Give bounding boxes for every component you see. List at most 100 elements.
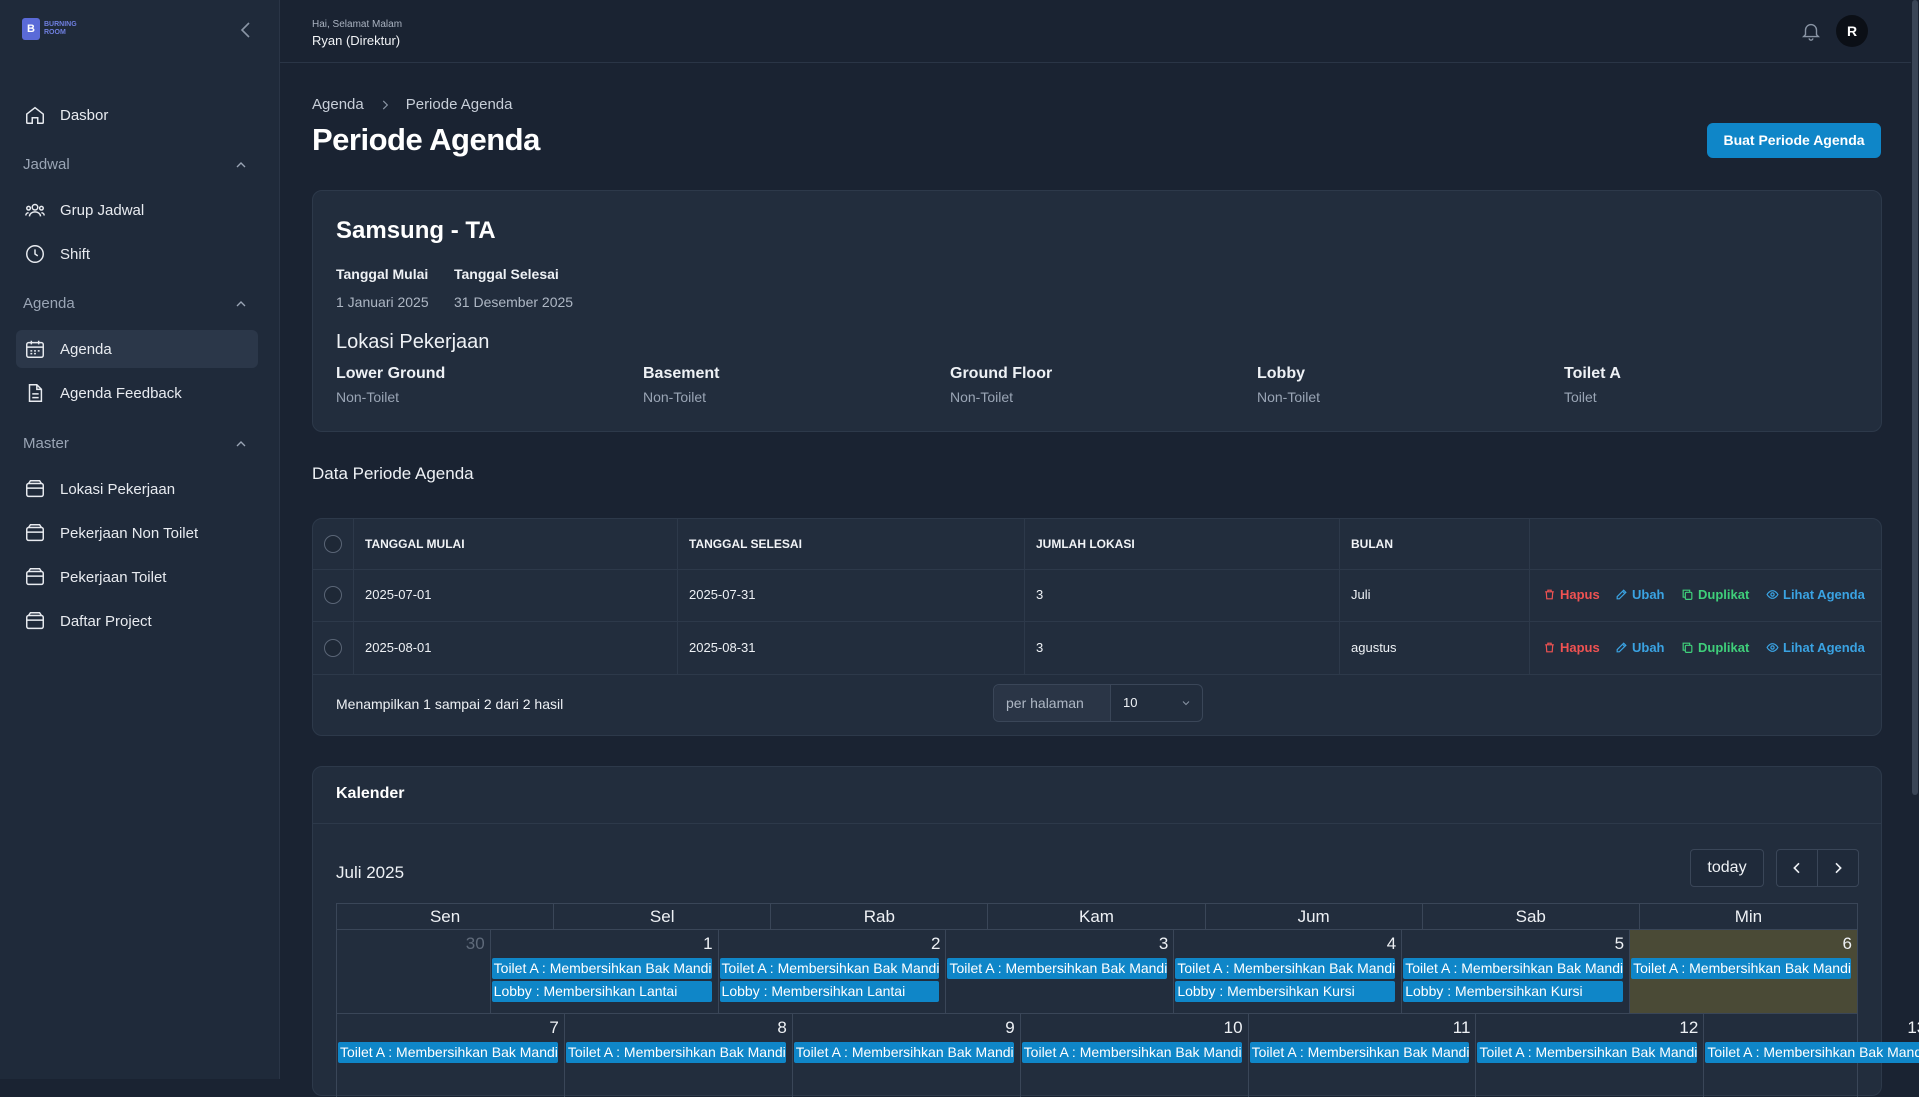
cell-start-date: 2025-08-01: [365, 640, 432, 655]
calendar-day-cell[interactable]: 5 Toilet A : Membersihkan Bak Mandi Lobby …: [1402, 930, 1631, 1013]
select-all-checkbox[interactable]: [324, 535, 342, 553]
view-agenda-button[interactable]: Lihat Agenda: [1766, 640, 1865, 655]
day-number[interactable]: 13: [1705, 1018, 1919, 1040]
day-number[interactable]: 10: [1022, 1018, 1247, 1040]
breadcrumb-link-agenda[interactable]: Agenda: [312, 96, 364, 113]
sidebar-item-shift[interactable]: Shift: [16, 235, 258, 273]
trash-icon: [1545, 642, 1554, 653]
day-number[interactable]: 6: [1631, 934, 1856, 956]
sidebar-item-lokasi-pekerjaan[interactable]: Lokasi Pekerjaan: [16, 470, 258, 508]
calendar-event[interactable]: Toilet A : Membersihkan Bak Mandi: [1249, 1042, 1470, 1063]
column-header[interactable]: TANGGAL SELESAI: [689, 519, 802, 569]
avatar[interactable]: R: [1836, 15, 1868, 47]
day-number[interactable]: 3: [947, 934, 1172, 956]
column-header[interactable]: JUMLAH LOKASI: [1036, 519, 1135, 569]
day-number[interactable]: 30: [338, 934, 489, 956]
calendar-event[interactable]: Lobby : Membersihkan Kursi: [1175, 981, 1396, 1002]
calendar-day-cell[interactable]: 9 Toilet A : Membersihkan Bak Mandi: [793, 1014, 1021, 1097]
sidebar-item-pekerjaan-non-toilet[interactable]: Pekerjaan Non Toilet: [16, 514, 258, 552]
day-number[interactable]: 5: [1403, 934, 1628, 956]
calendar-event[interactable]: Toilet A : Membersihkan Bak Mandi: [491, 958, 712, 979]
calendar-event[interactable]: Toilet A : Membersihkan Bak Mandi: [947, 958, 1168, 979]
day-number[interactable]: 12: [1477, 1018, 1702, 1040]
calendar-event[interactable]: Toilet A : Membersihkan Bak Mandi: [565, 1042, 786, 1063]
notifications-button[interactable]: [1800, 20, 1822, 42]
table-footer: Menampilkan 1 sampai 2 dari 2 hasil per …: [313, 674, 1881, 736]
app-logo[interactable]: B BURNING ROOM: [22, 18, 84, 40]
day-number[interactable]: 4: [1175, 934, 1400, 956]
calendar-day-cell[interactable]: 10 Toilet A : Membersihkan Bak Mandi: [1021, 1014, 1249, 1097]
page-scrollbar[interactable]: [1911, 0, 1919, 1079]
day-number[interactable]: 1: [492, 934, 717, 956]
edit-button[interactable]: Ubah: [1615, 640, 1665, 655]
sidebar-item-daftar-project[interactable]: Daftar Project: [16, 602, 258, 640]
scrollbar-thumb[interactable]: [1912, 0, 1918, 795]
create-periode-button[interactable]: Buat Periode Agenda: [1707, 123, 1881, 158]
per-page-control[interactable]: per halaman 10: [993, 684, 1203, 722]
calendar-event[interactable]: Toilet A : Membersihkan Bak Mandi: [1631, 958, 1851, 979]
collapse-sidebar-button[interactable]: [234, 18, 258, 42]
calendar-day-cell[interactable]: 4 Toilet A : Membersihkan Bak Mandi Lobby …: [1174, 930, 1403, 1013]
calendar-event[interactable]: Toilet A : Membersihkan Bak Mandi: [1403, 958, 1624, 979]
greeting-text: Hai, Selamat Malam: [312, 19, 403, 30]
calendar-day-cell[interactable]: 6 Toilet A : Membersihkan Bak Mandi: [1630, 930, 1857, 1013]
weekday-label: Sen: [337, 904, 555, 930]
delete-button[interactable]: Hapus: [1543, 640, 1600, 655]
weekday-label: Sel: [554, 904, 772, 930]
sidebar-item-agenda[interactable]: Agenda: [16, 330, 258, 368]
calendar-day-cell[interactable]: 11 Toilet A : Membersihkan Bak Mandi: [1249, 1014, 1477, 1097]
calendar-event[interactable]: Lobby : Membersihkan Kursi: [1403, 981, 1624, 1002]
calendar-day-cell[interactable]: 3 Toilet A : Membersihkan Bak Mandi: [946, 930, 1175, 1013]
users-icon: [25, 203, 45, 217]
sidebar-item-dasbor[interactable]: Dasbor: [16, 96, 258, 134]
calendar-day-cell[interactable]: 30: [337, 930, 491, 1013]
column-header[interactable]: TANGGAL MULAI: [365, 519, 465, 569]
calendar-day-cell[interactable]: 8 Toilet A : Membersihkan Bak Mandi: [565, 1014, 793, 1097]
day-number[interactable]: 11: [1250, 1018, 1475, 1040]
periode-table: TANGGAL MULAI TANGGAL SELESAI JUMLAH LOK…: [312, 518, 1882, 736]
day-number[interactable]: 8: [566, 1018, 791, 1040]
calendar-event[interactable]: Toilet A : Membersihkan Bak Mandi: [793, 1042, 1014, 1063]
delete-button[interactable]: Hapus: [1543, 587, 1600, 602]
chevron-up-icon: [236, 161, 246, 167]
prev-month-button[interactable]: [1776, 849, 1818, 887]
next-month-button[interactable]: [1817, 849, 1859, 887]
logo-text: BURNING ROOM: [44, 21, 77, 36]
column-header[interactable]: BULAN: [1351, 519, 1393, 569]
sidebar-item-agenda-feedback[interactable]: Agenda Feedback: [16, 374, 258, 412]
calendar-day-cell[interactable]: 12 Toilet A : Membersihkan Bak Mandi: [1476, 1014, 1705, 1097]
sidebar-item-pekerjaan-toilet[interactable]: Pekerjaan Toilet: [16, 558, 258, 596]
sidebar-group-agenda[interactable]: Agenda: [23, 295, 249, 312]
calendar-day-cell[interactable]: 7 Toilet A : Membersihkan Bak Mandi: [337, 1014, 565, 1097]
day-number[interactable]: 9: [794, 1018, 1019, 1040]
weekday-label: Rab: [771, 904, 989, 930]
day-number[interactable]: 7: [338, 1018, 563, 1040]
calendar-day-cell[interactable]: 1 Toilet A : Membersihkan Bak Mandi Lobby …: [491, 930, 719, 1013]
day-number[interactable]: 2: [720, 934, 945, 956]
duplicate-button[interactable]: Duplikat: [1681, 640, 1749, 655]
end-date-label: Tanggal Selesai: [454, 266, 559, 282]
today-button[interactable]: today: [1690, 849, 1764, 887]
location-name: Toilet A: [1564, 365, 1621, 382]
calendar-grid: Sen Sel Rab Kam Jum Sab Min 30 1 Toilet A …: [336, 903, 1919, 1097]
chevron-right-icon: [382, 100, 388, 109]
calendar-event[interactable]: Toilet A : Membersihkan Bak Mandi: [1705, 1042, 1919, 1063]
calendar-event[interactable]: Toilet A : Membersihkan Bak Mandi: [1477, 1042, 1698, 1063]
calendar-event[interactable]: Toilet A : Membersihkan Bak Mandi: [719, 958, 940, 979]
view-agenda-button[interactable]: Lihat Agenda: [1766, 587, 1865, 602]
calendar-event[interactable]: Toilet A : Membersihkan Bak Mandi: [338, 1042, 558, 1063]
calendar-day-cell[interactable]: 2 Toilet A : Membersihkan Bak Mandi Lobby …: [719, 930, 947, 1013]
calendar-day-cell[interactable]: 13Toilet A : Membersihkan Bak Mandi: [1704, 1014, 1919, 1097]
row-checkbox[interactable]: [324, 586, 342, 604]
per-page-select[interactable]: 10: [1111, 685, 1202, 721]
duplicate-button[interactable]: Duplikat: [1681, 587, 1749, 602]
sidebar-item-grup-jadwal[interactable]: Grup Jadwal: [16, 191, 258, 229]
calendar-event[interactable]: Lobby : Membersihkan Lantai: [491, 981, 712, 1002]
calendar-event[interactable]: Lobby : Membersihkan Lantai: [719, 981, 940, 1002]
row-checkbox[interactable]: [324, 639, 342, 657]
sidebar-group-jadwal[interactable]: Jadwal: [23, 156, 249, 173]
calendar-event[interactable]: Toilet A : Membersihkan Bak Mandi: [1021, 1042, 1242, 1063]
calendar-event[interactable]: Toilet A : Membersihkan Bak Mandi: [1175, 958, 1396, 979]
sidebar-group-master[interactable]: Master: [23, 435, 249, 452]
edit-button[interactable]: Ubah: [1615, 587, 1665, 602]
